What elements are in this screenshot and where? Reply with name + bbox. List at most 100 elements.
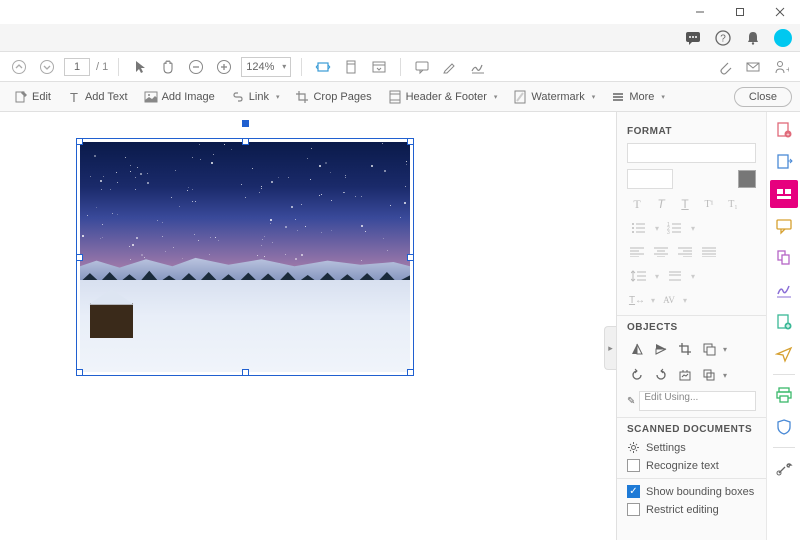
window-titlebar xyxy=(0,0,800,24)
sign-button[interactable] xyxy=(467,56,489,78)
hand-tool[interactable] xyxy=(157,56,179,78)
print-tool[interactable] xyxy=(770,381,798,409)
link-tool[interactable]: Link xyxy=(225,86,286,108)
crop-icon xyxy=(295,90,309,104)
line-spacing-button[interactable] xyxy=(627,267,651,285)
italic-button[interactable]: T xyxy=(651,195,671,213)
organize-pages-tool[interactable] xyxy=(770,244,798,272)
page-up-button[interactable] xyxy=(8,56,30,78)
add-image-tool[interactable]: Add Image xyxy=(138,86,221,108)
bullet-list-button[interactable] xyxy=(627,219,651,237)
font-size-select[interactable] xyxy=(627,169,673,189)
workspace: ▸ FORMAT T T T T¹ T₁ ▾ 123 ▾ xyxy=(0,112,800,540)
replace-image-button[interactable] xyxy=(675,365,695,385)
fit-page-button[interactable] xyxy=(340,56,362,78)
crop-pages-tool[interactable]: Crop Pages xyxy=(289,86,377,108)
protect-tool[interactable] xyxy=(770,413,798,441)
scanned-docs-title: SCANNED DOCUMENTS xyxy=(627,424,756,435)
number-list-button[interactable]: 123 xyxy=(663,219,687,237)
help-icon[interactable]: ? xyxy=(714,29,732,47)
watermark-tool[interactable]: Watermark xyxy=(507,86,601,108)
show-bbox-checkbox[interactable]: ✓ xyxy=(627,485,640,498)
restrict-checkbox[interactable] xyxy=(627,503,640,516)
email-button[interactable] xyxy=(742,56,764,78)
arrange-button[interactable] xyxy=(699,339,719,359)
share-user-button[interactable]: + xyxy=(770,56,792,78)
document-canvas[interactable]: ▸ xyxy=(0,112,616,540)
close-edit-button[interactable]: Close xyxy=(734,87,792,107)
header-footer-tool[interactable]: Header & Footer xyxy=(382,86,504,108)
color-swatch[interactable] xyxy=(738,170,756,188)
rotate-cw-button[interactable] xyxy=(651,365,671,385)
recognize-text-row[interactable]: Recognize text xyxy=(627,459,756,472)
more-tool[interactable]: More xyxy=(605,86,671,108)
page-number-input[interactable] xyxy=(64,58,90,76)
highlight-button[interactable] xyxy=(439,56,461,78)
underline-button[interactable]: T xyxy=(675,195,695,213)
create-pdf-tool[interactable]: + xyxy=(770,116,798,144)
char-spacing-button[interactable]: AV xyxy=(659,291,679,309)
horizontal-scale-button[interactable]: T↔ xyxy=(627,291,647,309)
align-objects-button[interactable] xyxy=(699,365,719,385)
comment-tool[interactable] xyxy=(770,212,798,240)
format-title: FORMAT xyxy=(627,126,756,137)
bell-icon[interactable] xyxy=(744,29,762,47)
flip-vertical-button[interactable] xyxy=(627,339,647,359)
align-justify-button[interactable] xyxy=(699,243,719,261)
align-left-button[interactable] xyxy=(627,243,647,261)
flip-horizontal-button[interactable] xyxy=(651,339,671,359)
align-center-button[interactable] xyxy=(651,243,671,261)
close-window-button[interactable] xyxy=(760,0,800,24)
app-header-icons: ? xyxy=(0,24,800,52)
crop-object-button[interactable] xyxy=(675,339,695,359)
image-icon xyxy=(144,90,158,104)
comment-button[interactable] xyxy=(411,56,433,78)
subscript-button[interactable]: T₁ xyxy=(723,195,743,213)
edit-icon xyxy=(14,90,28,104)
fill-sign-tool[interactable] xyxy=(770,276,798,304)
pointer-tool[interactable] xyxy=(129,56,151,78)
selected-image[interactable] xyxy=(80,142,410,372)
export-pdf-tool[interactable] xyxy=(770,148,798,176)
gear-icon xyxy=(627,441,640,454)
settings-row[interactable]: Settings xyxy=(627,441,756,454)
attachment-button[interactable] xyxy=(714,56,736,78)
edit-using-select[interactable]: Edit Using... xyxy=(639,391,756,411)
expand-panel-tab[interactable]: ▸ xyxy=(604,326,616,370)
svg-text:3: 3 xyxy=(667,230,670,234)
rotate-handle[interactable] xyxy=(242,120,249,127)
paragraph-spacing-button[interactable] xyxy=(663,267,687,285)
edit-toolbar: Edit TAdd Text Add Image Link Crop Pages… xyxy=(0,82,800,112)
align-right-button[interactable] xyxy=(675,243,695,261)
edit-tool[interactable]: Edit xyxy=(8,86,57,108)
fit-width-button[interactable] xyxy=(312,56,334,78)
page-down-button[interactable] xyxy=(36,56,58,78)
page-total-label: / 1 xyxy=(96,61,108,73)
tools-sidebar: + xyxy=(766,112,800,540)
send-sign-tool[interactable] xyxy=(770,308,798,336)
add-text-tool[interactable]: TAdd Text xyxy=(61,86,134,108)
send-track-tool[interactable] xyxy=(770,340,798,368)
svg-text:T: T xyxy=(70,90,78,104)
watermark-icon xyxy=(513,90,527,104)
minimize-button[interactable] xyxy=(680,0,720,24)
bold-button[interactable]: T xyxy=(627,195,647,213)
rotate-ccw-button[interactable] xyxy=(627,365,647,385)
svg-text:?: ? xyxy=(720,33,726,44)
restrict-editing-row[interactable]: Restrict editing xyxy=(627,503,756,516)
pencil-icon: ✎ xyxy=(627,396,635,407)
chat-icon[interactable] xyxy=(684,29,702,47)
more-tools[interactable] xyxy=(770,454,798,482)
edit-pdf-tool[interactable] xyxy=(770,180,798,208)
recognize-checkbox[interactable] xyxy=(627,459,640,472)
maximize-button[interactable] xyxy=(720,0,760,24)
show-bbox-row[interactable]: ✓ Show bounding boxes xyxy=(627,485,756,498)
zoom-out-button[interactable] xyxy=(185,56,207,78)
zoom-in-button[interactable] xyxy=(213,56,235,78)
superscript-button[interactable]: T¹ xyxy=(699,195,719,213)
font-family-select[interactable] xyxy=(627,143,756,163)
reading-mode-button[interactable] xyxy=(368,56,390,78)
zoom-level-select[interactable]: 124% xyxy=(241,57,291,77)
objects-title: OBJECTS xyxy=(627,322,756,333)
user-avatar[interactable] xyxy=(774,29,792,47)
